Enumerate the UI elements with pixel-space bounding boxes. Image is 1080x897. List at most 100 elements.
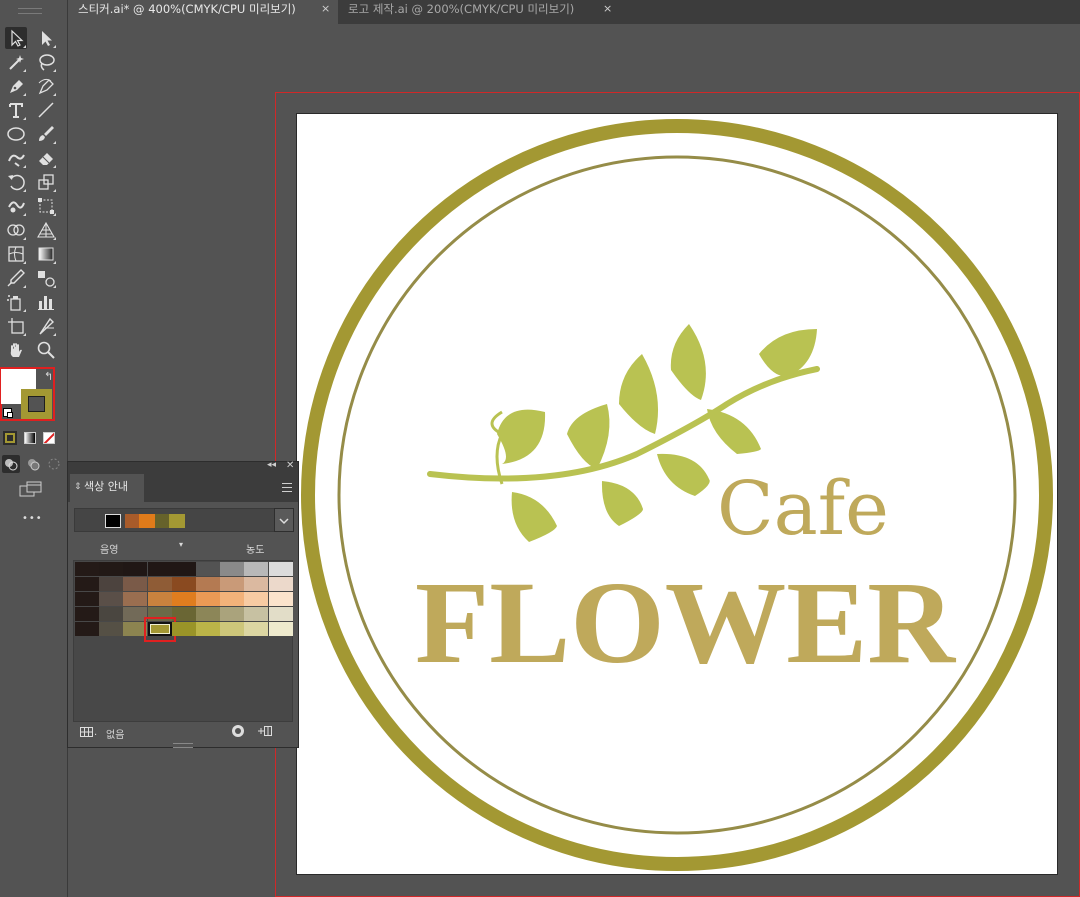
color-variation-cell[interactable] [147, 592, 172, 606]
color-variation-cell[interactable] [244, 577, 269, 591]
panel-menu-icon[interactable] [282, 483, 292, 492]
draw-behind-button[interactable] [24, 455, 42, 473]
color-variation-cell[interactable] [123, 562, 148, 576]
hand-tool[interactable] [5, 339, 27, 361]
color-variation-cell[interactable] [123, 592, 148, 606]
draw-normal-button[interactable] [2, 455, 20, 473]
harmony-swatch[interactable] [105, 514, 121, 528]
artboard[interactable]: Cafe FLOWER [296, 113, 1058, 875]
none-mode-button[interactable] [43, 432, 55, 444]
swap-icon[interactable]: ↰ [44, 370, 53, 383]
color-variation-cell[interactable] [220, 592, 245, 606]
ellipse-tool[interactable] [5, 123, 27, 145]
color-variation-cell[interactable] [75, 592, 99, 606]
color-mode-button[interactable] [3, 431, 17, 445]
close-panel-icon[interactable]: ✕ [286, 460, 294, 471]
color-variation-cell[interactable] [171, 577, 196, 591]
lasso-tool[interactable] [35, 51, 57, 73]
harmony-swatch[interactable] [139, 514, 155, 528]
harmony-swatch[interactable] [155, 514, 169, 528]
color-variation-cell[interactable] [75, 562, 99, 576]
color-variation-cell[interactable] [268, 622, 293, 636]
color-variation-cell[interactable] [75, 622, 99, 636]
eyedropper-tool[interactable] [5, 267, 27, 289]
tab-color-guide[interactable]: ⇕ 색상 안내 [70, 474, 144, 502]
selection-tool[interactable] [5, 27, 27, 49]
pen-tool[interactable] [5, 75, 27, 97]
color-variation-cell[interactable] [147, 577, 172, 591]
close-icon[interactable]: × [321, 0, 330, 18]
cafe-flower-logo[interactable]: Cafe FLOWER [297, 114, 1057, 874]
eraser-tool[interactable] [35, 147, 57, 169]
color-variation-cell[interactable] [220, 607, 245, 621]
harmony-rule-bar[interactable] [74, 508, 294, 532]
perspective-grid-tool[interactable] [35, 219, 57, 241]
close-icon[interactable]: × [603, 0, 612, 18]
harmony-swatch[interactable] [169, 514, 185, 528]
magic-wand-tool[interactable] [5, 51, 27, 73]
gradient-mode-button[interactable] [24, 432, 36, 444]
color-variation-cell[interactable] [171, 562, 196, 576]
panel-resize-grip[interactable] [173, 743, 193, 748]
slice-tool[interactable] [35, 315, 57, 337]
shaper-tool[interactable] [5, 147, 27, 169]
color-variation-cell[interactable] [75, 607, 99, 621]
color-variation-cell[interactable] [268, 577, 293, 591]
color-variation-cell[interactable] [171, 622, 196, 636]
tab-logo[interactable]: 로고 제작.ai @ 200%(CMYK/CPU 미리보기) × [338, 0, 618, 24]
color-variation-cell[interactable] [220, 562, 245, 576]
color-variation-cell[interactable] [268, 592, 293, 606]
type-tool[interactable] [5, 99, 27, 121]
free-transform-tool[interactable] [35, 195, 57, 217]
save-color-group-icon[interactable] [257, 725, 273, 740]
color-variation-cell[interactable] [75, 577, 99, 591]
mesh-tool[interactable] [5, 243, 27, 265]
color-variation-cell[interactable] [244, 622, 269, 636]
shape-builder-tool[interactable] [5, 219, 27, 241]
color-variation-cell[interactable] [196, 622, 220, 636]
limit-swatches-icon[interactable] [80, 727, 94, 740]
direct-selection-tool[interactable] [35, 27, 57, 49]
color-variation-cell[interactable] [196, 562, 220, 576]
color-variation-cell[interactable] [220, 577, 245, 591]
color-variation-cell[interactable] [196, 592, 220, 606]
column-graph-tool[interactable] [35, 291, 57, 313]
color-variation-cell[interactable] [99, 577, 124, 591]
color-variation-cell[interactable] [244, 592, 269, 606]
draw-inside-button[interactable] [45, 455, 63, 473]
default-colors-icon[interactable] [3, 408, 13, 418]
harmony-swatch[interactable] [125, 514, 139, 528]
variation-dropdown-icon[interactable]: ▾ [179, 540, 183, 549]
color-variation-cell[interactable] [147, 562, 172, 576]
toolbar-grip[interactable] [18, 8, 42, 14]
color-variation-cell[interactable] [99, 562, 124, 576]
blend-tool[interactable] [35, 267, 57, 289]
line-segment-tool[interactable] [35, 99, 57, 121]
edit-colors-icon[interactable] [232, 725, 244, 737]
color-variation-cell[interactable] [196, 607, 220, 621]
color-variation-cell[interactable] [171, 592, 196, 606]
color-variation-cell[interactable] [123, 577, 148, 591]
color-variation-cell[interactable] [268, 607, 293, 621]
symbol-sprayer-tool[interactable] [5, 291, 27, 313]
panel-titlebar[interactable]: ◂◂ ✕ [68, 460, 298, 474]
rotate-tool[interactable] [5, 171, 27, 193]
color-variation-cell[interactable] [99, 622, 124, 636]
curvature-tool[interactable] [35, 75, 57, 97]
warp-tool[interactable] [5, 195, 27, 217]
collapse-icon[interactable]: ◂◂ [267, 460, 276, 470]
color-variation-cell[interactable] [244, 562, 269, 576]
color-variation-cell[interactable] [196, 577, 220, 591]
artboard-tool[interactable] [5, 315, 27, 337]
screen-mode-icon[interactable] [19, 481, 43, 499]
color-variation-cell[interactable] [143, 617, 176, 642]
harmony-dropdown[interactable] [274, 508, 294, 532]
tab-sticker[interactable]: 스티커.ai* @ 400%(CMYK/CPU 미리보기) × [68, 0, 338, 24]
scale-tool[interactable] [35, 171, 57, 193]
paintbrush-tool[interactable] [35, 123, 57, 145]
color-variation-cell[interactable] [99, 607, 124, 621]
color-variation-cell[interactable] [99, 592, 124, 606]
more-tools-button[interactable]: ••• [22, 513, 43, 524]
color-variation-cell[interactable] [244, 607, 269, 621]
color-variation-cell[interactable] [268, 562, 293, 576]
